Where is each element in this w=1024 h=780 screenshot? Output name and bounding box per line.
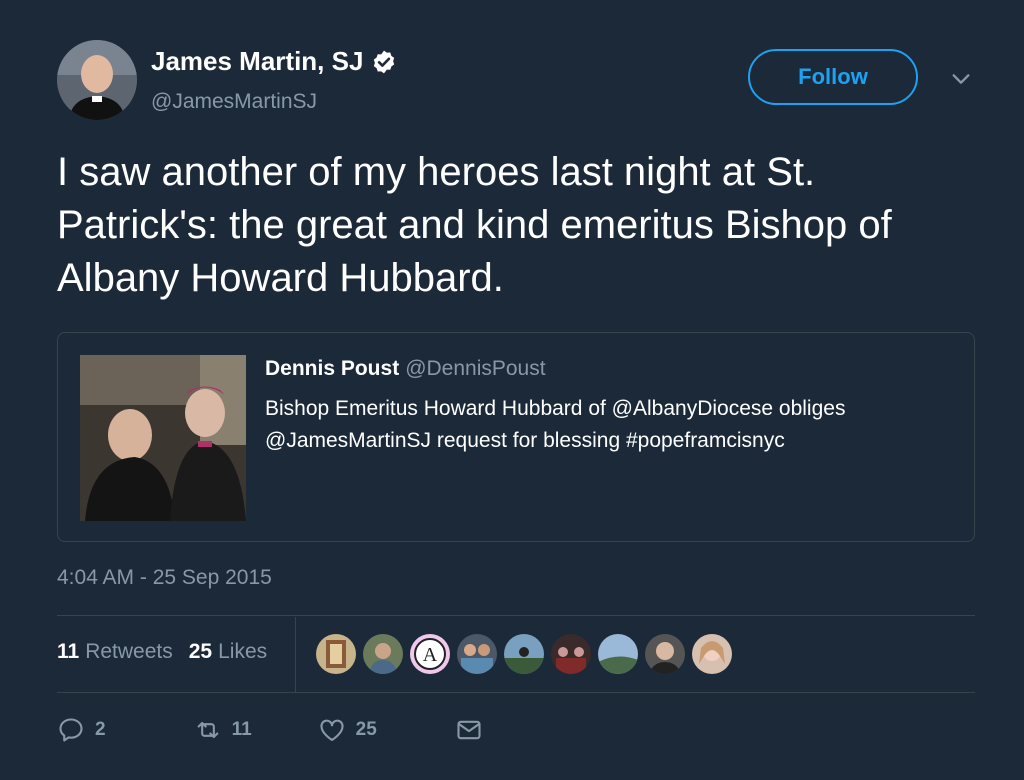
reply-count: 2 bbox=[95, 719, 106, 740]
retweets-count: 11 bbox=[57, 640, 80, 663]
author-name-row: James Martin, SJ bbox=[151, 46, 397, 77]
liker-avatar[interactable]: A bbox=[410, 634, 450, 674]
quoted-author-handle[interactable]: @DennisPoust bbox=[405, 357, 545, 380]
liker-avatar[interactable] bbox=[692, 634, 732, 674]
quoted-tweet-photo-image bbox=[80, 355, 246, 521]
author-avatar-image bbox=[57, 40, 137, 120]
author-display-name[interactable]: James Martin, SJ bbox=[151, 46, 363, 77]
quoted-tweet-header: Dennis Poust @DennisPoust bbox=[265, 357, 546, 381]
likes-count: 25 bbox=[188, 640, 213, 663]
chevron-down-icon[interactable] bbox=[950, 68, 972, 90]
envelope-icon bbox=[457, 720, 481, 740]
liker-avatar-image bbox=[504, 634, 544, 674]
author-avatar[interactable] bbox=[57, 40, 137, 120]
retweet-button[interactable]: 11 bbox=[194, 716, 252, 744]
liker-avatar[interactable] bbox=[316, 634, 356, 674]
liker-avatar[interactable] bbox=[504, 634, 544, 674]
stats-separator bbox=[295, 617, 296, 692]
quoted-tweet-card[interactable]: Dennis Poust @DennisPoust Bishop Emeritus… bbox=[57, 332, 975, 542]
likes-label: Likes bbox=[218, 640, 268, 663]
liker-avatar[interactable] bbox=[457, 634, 497, 674]
tweet-actions: 2 11 25 bbox=[57, 716, 483, 744]
svg-text:A: A bbox=[423, 644, 438, 666]
liker-avatar[interactable] bbox=[363, 634, 403, 674]
direct-message-button[interactable] bbox=[455, 716, 483, 744]
heart-icon bbox=[320, 719, 344, 741]
retweets-label: Retweets bbox=[85, 640, 173, 663]
liker-avatar-image bbox=[363, 634, 403, 674]
liker-avatar-image bbox=[457, 634, 497, 674]
retweet-count: 11 bbox=[231, 719, 252, 740]
tweet-timestamp[interactable]: 4:04 AM - 25 Sep 2015 bbox=[57, 566, 272, 590]
liker-avatar[interactable] bbox=[551, 634, 591, 674]
like-count: 25 bbox=[355, 719, 377, 740]
likes-stat[interactable]: 25 Likes bbox=[189, 640, 267, 663]
quoted-tweet-photo[interactable] bbox=[80, 355, 246, 521]
liker-avatar-image bbox=[645, 634, 685, 674]
liker-avatar-image bbox=[692, 634, 732, 674]
liker-avatar[interactable] bbox=[598, 634, 638, 674]
divider-top bbox=[57, 615, 975, 616]
reply-icon bbox=[59, 718, 83, 742]
retweet-icon bbox=[197, 721, 218, 739]
liker-avatar-image bbox=[316, 634, 356, 674]
verified-badge-icon bbox=[374, 50, 395, 73]
liker-avatar-image: A bbox=[410, 634, 450, 674]
reply-button[interactable]: 2 bbox=[57, 716, 106, 744]
liker-avatar-image bbox=[551, 634, 591, 674]
like-button[interactable]: 25 bbox=[318, 716, 377, 744]
engagement-stats: 11 Retweets 25 Likes bbox=[57, 640, 267, 664]
retweets-stat[interactable]: 11 Retweets bbox=[57, 640, 173, 663]
tweet-text: I saw another of my heroes last night at… bbox=[57, 150, 892, 300]
liker-avatar-image bbox=[598, 634, 638, 674]
divider-bottom bbox=[57, 692, 975, 693]
follow-button[interactable]: Follow bbox=[748, 49, 918, 105]
author-handle[interactable]: @JamesMartinSJ bbox=[151, 90, 317, 114]
liker-avatar[interactable] bbox=[645, 634, 685, 674]
liker-avatars: A bbox=[316, 634, 739, 674]
quoted-author-name[interactable]: Dennis Poust bbox=[265, 357, 399, 380]
quoted-tweet-text: Bishop Emeritus Howard Hubbard of @Alban… bbox=[265, 397, 846, 452]
